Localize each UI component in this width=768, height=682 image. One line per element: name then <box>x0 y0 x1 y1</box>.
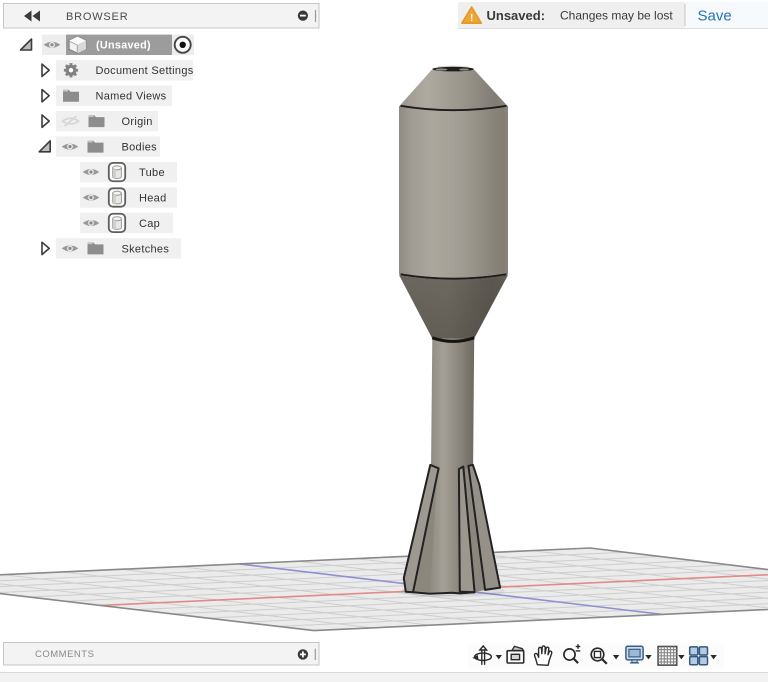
svg-text:BROWSER: BROWSER <box>66 11 128 23</box>
svg-text:Save: Save <box>698 8 732 25</box>
svg-text:Changes may be lost: Changes may be lost <box>560 9 673 23</box>
svg-text:(Unsaved): (Unsaved) <box>96 40 151 52</box>
svg-text:Tube: Tube <box>139 167 165 179</box>
svg-text:Origin: Origin <box>122 116 153 128</box>
svg-text:Unsaved:: Unsaved: <box>487 8 546 23</box>
svg-text:Named Views: Named Views <box>96 91 167 103</box>
svg-text:Document Settings: Document Settings <box>96 65 194 77</box>
svg-text:COMMENTS: COMMENTS <box>35 649 94 660</box>
svg-text:Sketches: Sketches <box>122 243 170 255</box>
svg-text:Head: Head <box>139 192 167 204</box>
svg-text:Bodies: Bodies <box>122 142 158 154</box>
svg-text:!: ! <box>470 13 473 24</box>
svg-text:Cap: Cap <box>139 218 160 230</box>
